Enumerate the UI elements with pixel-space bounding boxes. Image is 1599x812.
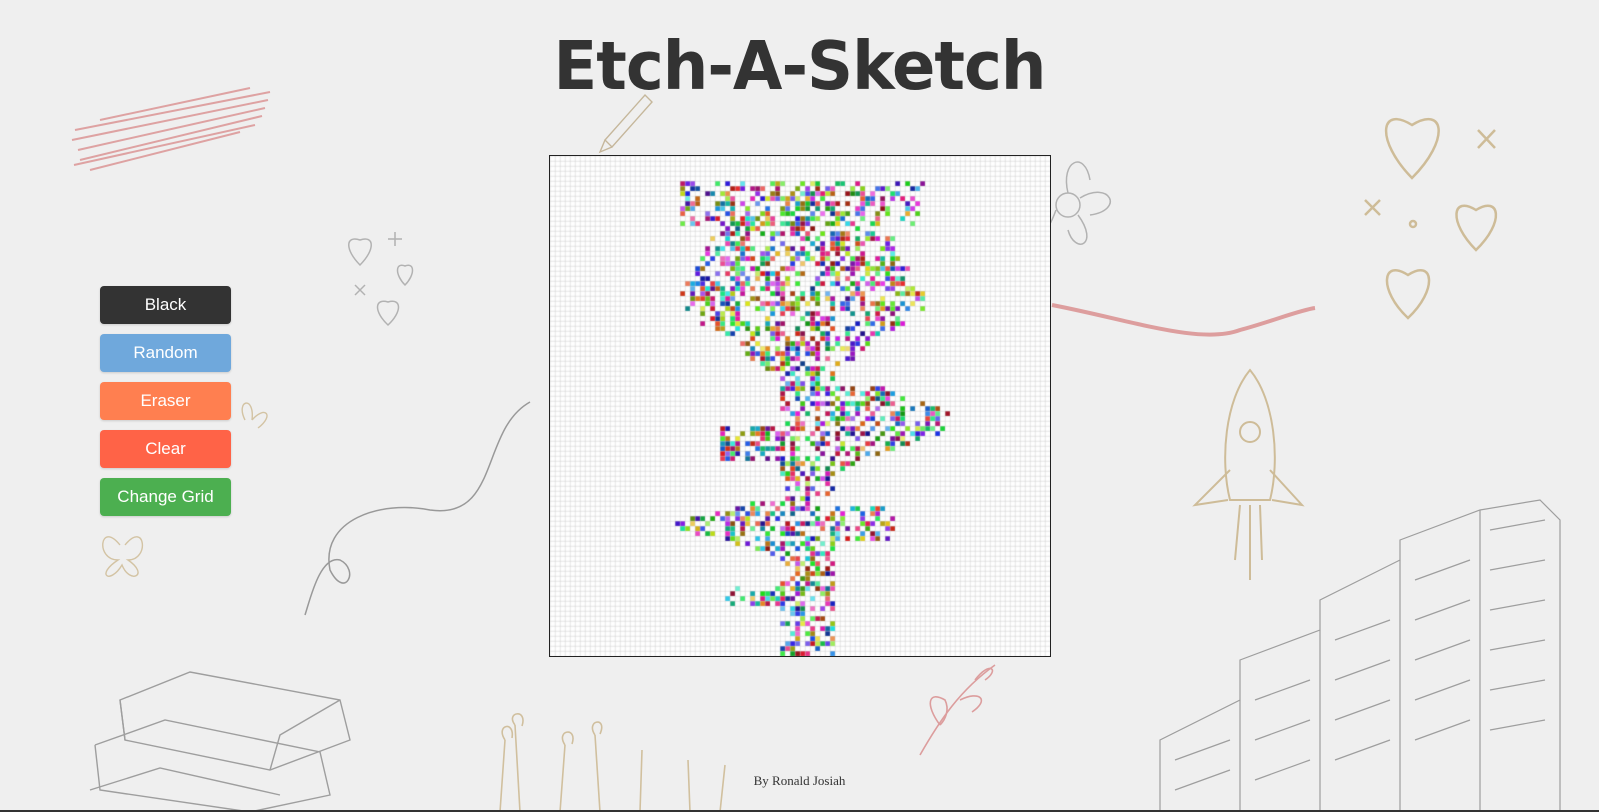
page-title: Etch-A-Sketch (553, 28, 1047, 106)
black-mode-button[interactable]: Black (100, 286, 231, 324)
pink-sprig-icon (919, 664, 996, 756)
eraser-button[interactable]: Eraser (100, 382, 231, 420)
books-sketch-icon (89, 671, 351, 812)
sketch-grid[interactable] (550, 156, 1050, 656)
building-sketch-icon (1159, 499, 1561, 812)
hearts-doodle-icon (348, 232, 414, 327)
footer-credit: By Ronald Josiah (753, 773, 846, 788)
controls-panel: Black Random Eraser Clear Change Grid (100, 286, 231, 516)
clear-button[interactable]: Clear (100, 430, 231, 468)
random-mode-button[interactable]: Random (100, 334, 231, 372)
page: Etch-A-Sketch Black Random Eraser Clear … (0, 0, 1599, 812)
change-grid-button[interactable]: Change Grid (100, 478, 231, 516)
beige-florals-icon (499, 713, 726, 812)
hearts-right-icon (1364, 118, 1498, 320)
rocket-doodle-icon (1192, 368, 1305, 580)
pink-swoosh-icon (1051, 303, 1316, 337)
flower-doodle-icon (1043, 161, 1111, 245)
sketch-pad[interactable] (549, 155, 1051, 657)
curly-line-icon (304, 401, 531, 616)
